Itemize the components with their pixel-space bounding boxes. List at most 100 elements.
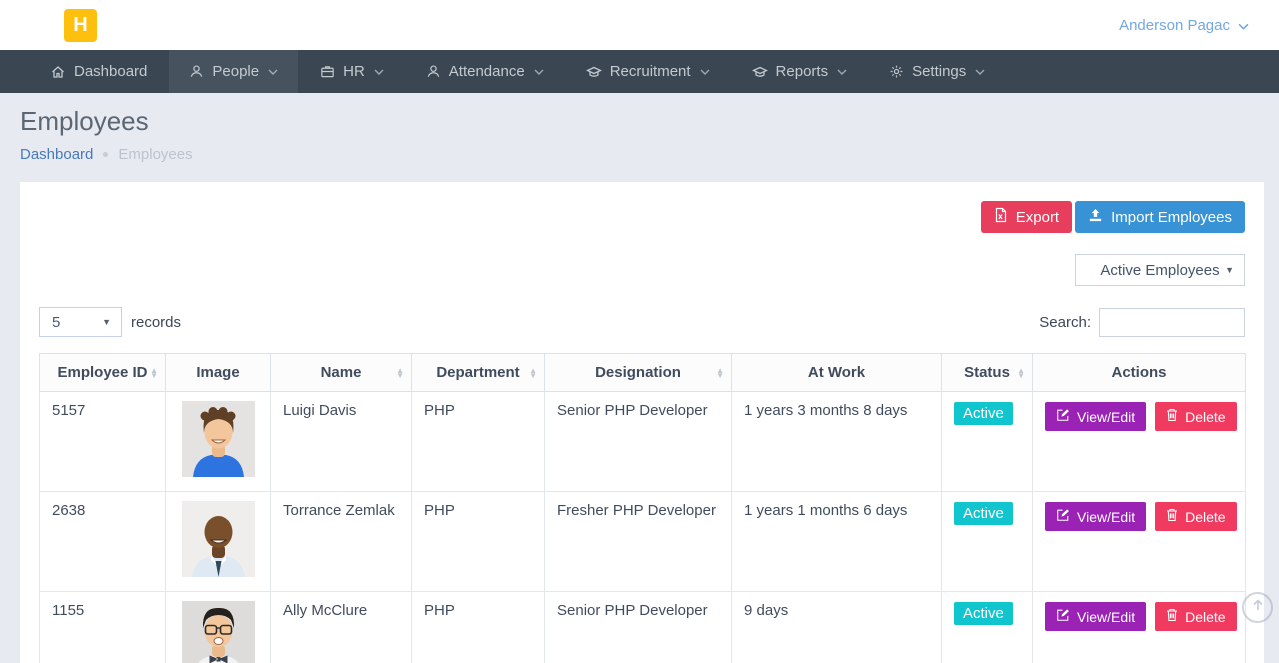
col-header-at-work: At Work <box>732 354 942 392</box>
col-header-image: Image <box>166 354 271 392</box>
col-header-name[interactable]: Name▲▼ <box>271 354 412 392</box>
export-button[interactable]: Export <box>981 201 1072 233</box>
person-icon <box>189 64 204 79</box>
breadcrumb-separator <box>103 152 108 157</box>
cell-at-work: 1 years 1 months 6 days <box>732 492 942 592</box>
excel-file-icon <box>994 207 1008 227</box>
page-title: Employees <box>20 106 1279 137</box>
cell-employee-id: 1155 <box>40 592 166 663</box>
cell-name: Luigi Davis <box>271 392 412 492</box>
col-header-status[interactable]: Status▲▼ <box>942 354 1033 392</box>
graduation-cap-icon <box>586 64 602 80</box>
cell-status: Active <box>942 492 1033 592</box>
search-label: Search: <box>1039 314 1091 331</box>
breadcrumb: Dashboard Employees <box>20 146 1279 163</box>
records-per-page-select[interactable]: 5 ▼ <box>39 307 122 337</box>
view-edit-button[interactable]: View/Edit <box>1045 402 1146 431</box>
import-employees-button[interactable]: Import Employees <box>1075 201 1245 233</box>
cell-status: Active <box>942 392 1033 492</box>
main-nav: Dashboard People HR Attendance Recruitme… <box>0 50 1279 93</box>
employees-card: Export Import Employees Active Employees… <box>20 182 1264 663</box>
chevron-down-icon <box>1238 17 1249 34</box>
table-row: 2638 Torrance Zemlak PHP Fresher PHP Dev… <box>40 492 1246 592</box>
briefcase-icon <box>320 64 335 79</box>
delete-button[interactable]: Delete <box>1155 502 1236 531</box>
nav-item-hr[interactable]: HR <box>300 50 404 93</box>
sort-icon: ▲▼ <box>150 368 158 378</box>
status-badge: Active <box>954 602 1013 625</box>
gear-icon <box>889 64 904 79</box>
cell-status: Active <box>942 592 1033 663</box>
nav-label: Recruitment <box>610 63 691 80</box>
cell-image <box>166 492 271 592</box>
col-header-employee-id[interactable]: Employee ID▲▼ <box>40 354 166 392</box>
nav-label: Dashboard <box>74 63 147 80</box>
employee-photo <box>182 501 255 577</box>
nav-item-reports[interactable]: Reports <box>732 50 868 93</box>
cell-image <box>166 392 271 492</box>
col-header-designation[interactable]: Designation▲▼ <box>545 354 732 392</box>
nav-item-dashboard[interactable]: Dashboard <box>30 50 167 93</box>
cell-actions: View/Edit Delete <box>1033 592 1246 663</box>
col-header-department[interactable]: Department▲▼ <box>412 354 545 392</box>
chevron-down-icon <box>975 69 985 75</box>
edit-icon <box>1056 408 1070 425</box>
breadcrumb-current: Employees <box>118 146 192 163</box>
cell-image <box>166 592 271 663</box>
user-name: Anderson Pagac <box>1119 17 1230 34</box>
app-logo[interactable]: H <box>64 9 97 42</box>
nav-item-attendance[interactable]: Attendance <box>406 50 564 93</box>
sort-icon: ▲▼ <box>529 368 537 378</box>
home-icon <box>50 64 66 80</box>
nav-label: People <box>212 63 259 80</box>
filter-selected-value: Active Employees <box>1100 262 1219 279</box>
scroll-to-top-button[interactable] <box>1242 592 1273 623</box>
status-badge: Active <box>954 402 1013 425</box>
employee-filter-select[interactable]: Active Employees ▼ <box>1075 254 1245 286</box>
import-label: Import Employees <box>1111 209 1232 226</box>
cell-department: PHP <box>412 492 545 592</box>
chevron-down-icon <box>837 69 847 75</box>
export-label: Export <box>1016 209 1059 226</box>
cell-designation: Fresher PHP Developer <box>545 492 732 592</box>
breadcrumb-dashboard-link[interactable]: Dashboard <box>20 146 93 163</box>
trash-icon <box>1166 608 1178 625</box>
user-menu[interactable]: Anderson Pagac <box>1119 17 1249 34</box>
select-caret-icon: ▼ <box>102 317 111 327</box>
employee-photo <box>182 401 255 477</box>
cell-department: PHP <box>412 392 545 492</box>
upload-icon <box>1088 208 1103 227</box>
status-badge: Active <box>954 502 1013 525</box>
trash-icon <box>1166 508 1178 525</box>
records-label: records <box>131 314 181 331</box>
search-input[interactable] <box>1099 308 1245 337</box>
employee-photo <box>182 601 255 663</box>
view-edit-button[interactable]: View/Edit <box>1045 502 1146 531</box>
select-caret-icon: ▼ <box>1225 265 1234 275</box>
view-edit-button[interactable]: View/Edit <box>1045 602 1146 631</box>
table-row: 1155 Ally McClure PHP Senior PHP Develop… <box>40 592 1246 663</box>
arrow-up-icon <box>1251 598 1265 617</box>
cell-employee-id: 5157 <box>40 392 166 492</box>
cell-designation: Senior PHP Developer <box>545 392 732 492</box>
sort-icon: ▲▼ <box>1017 368 1025 378</box>
nav-item-people[interactable]: People <box>169 50 298 93</box>
cell-at-work: 9 days <box>732 592 942 663</box>
nav-item-recruitment[interactable]: Recruitment <box>566 50 730 93</box>
nav-label: HR <box>343 63 365 80</box>
chevron-down-icon <box>268 69 278 75</box>
nav-label: Attendance <box>449 63 525 80</box>
cell-actions: View/Edit Delete <box>1033 392 1246 492</box>
records-selected-value: 5 <box>52 314 60 331</box>
sort-icon: ▲▼ <box>396 368 404 378</box>
edit-icon <box>1056 608 1070 625</box>
delete-button[interactable]: Delete <box>1155 402 1236 431</box>
table-row: 5157 Luigi Davis PHP Senior PHP Develope… <box>40 392 1246 492</box>
nav-item-settings[interactable]: Settings <box>869 50 1005 93</box>
cell-name: Torrance Zemlak <box>271 492 412 592</box>
graduation-cap-icon <box>752 64 768 80</box>
cell-department: PHP <box>412 592 545 663</box>
delete-button[interactable]: Delete <box>1155 602 1236 631</box>
chevron-down-icon <box>700 69 710 75</box>
sort-icon: ▲▼ <box>716 368 724 378</box>
